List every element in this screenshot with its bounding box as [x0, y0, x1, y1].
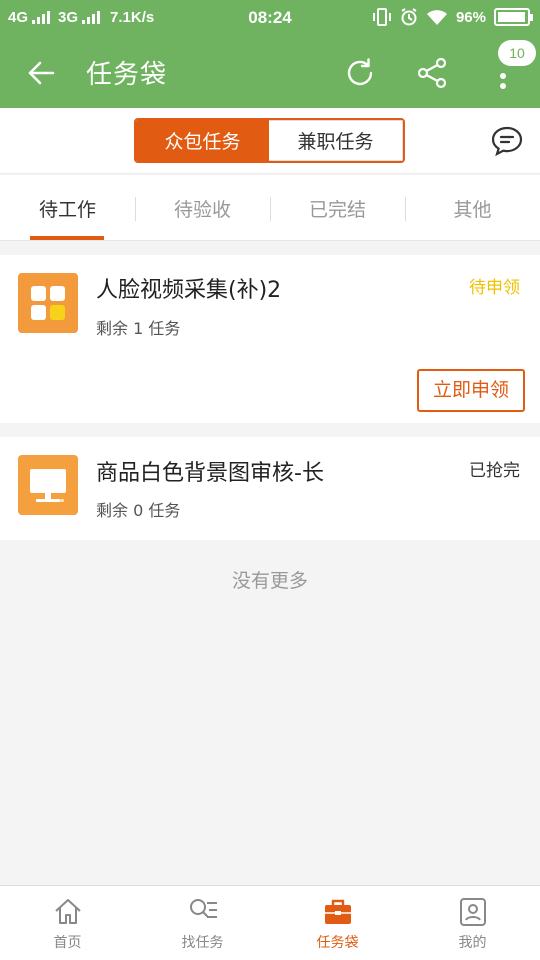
nav-home-label: 首页 — [53, 935, 82, 951]
bottom-nav: 首页 找任务 任务袋 我的 — [0, 885, 540, 960]
task-card[interactable]: 商品白色背景图审核-长 剩余 0 任务 已抢完 — [0, 437, 540, 540]
tab-divider — [405, 197, 406, 221]
task-remaining: 剩余 1 任务 — [96, 319, 181, 338]
task-title: 商品白色背景图审核-长 — [96, 461, 324, 486]
notification-badge: 10 — [498, 40, 536, 66]
share-icon[interactable] — [415, 56, 449, 90]
segment-area: 众包任务 兼职任务 — [0, 108, 540, 174]
app-bar: 任务袋 10 — [0, 36, 540, 108]
task-type-segment: 众包任务 兼职任务 — [134, 118, 405, 163]
page-title: 任务袋 — [86, 60, 168, 90]
wifi-icon — [426, 10, 447, 25]
nav-profile[interactable]: 我的 — [405, 886, 540, 960]
search-list-icon — [189, 899, 217, 918]
task-card[interactable]: 人脸视频采集(补)2 剩余 1 任务 待申领 立即申领 — [0, 255, 540, 423]
nav-task-bag[interactable]: 任务袋 — [270, 886, 405, 960]
status-tabs: 待工作 待验收 已完结 其他 — [0, 175, 540, 241]
claim-button[interactable]: 立即申领 — [417, 369, 525, 412]
briefcase-icon — [324, 899, 351, 924]
tab-other[interactable]: 其他 — [405, 175, 540, 240]
segment-crowdsource[interactable]: 众包任务 — [136, 120, 269, 161]
alarm-icon — [401, 8, 417, 26]
task-status: 已抢完 — [469, 461, 520, 481]
grid-apps-icon — [18, 273, 78, 333]
tab-pending-review[interactable]: 待验收 — [135, 175, 270, 240]
tab-divider — [135, 197, 136, 221]
back-arrow-icon[interactable] — [26, 58, 56, 88]
no-more-text: 没有更多 — [231, 570, 308, 592]
tab-pending-work[interactable]: 待工作 — [0, 175, 135, 240]
status-bar: 4G 3G 7.1K/s 08:24 96% — [0, 0, 540, 36]
task-remaining: 剩余 0 任务 — [96, 501, 181, 520]
tab-completed[interactable]: 已完结 — [270, 175, 405, 240]
home-icon — [54, 899, 81, 924]
profile-icon — [459, 898, 486, 926]
task-status: 待申领 — [469, 278, 520, 298]
nav-find-task-label: 找任务 — [181, 935, 224, 951]
system-icons: 96% — [372, 8, 533, 26]
task-title: 人脸视频采集(补)2 — [96, 278, 282, 303]
refresh-icon[interactable] — [343, 56, 377, 90]
nav-task-bag-label: 任务袋 — [316, 935, 359, 951]
tab-divider — [270, 197, 271, 221]
battery-percent: 96% — [455, 8, 486, 26]
nav-profile-label: 我的 — [458, 935, 487, 951]
vibrate-icon — [372, 8, 391, 26]
nav-home[interactable]: 首页 — [0, 886, 135, 960]
chat-icon[interactable] — [490, 125, 524, 157]
segment-parttime[interactable]: 兼职任务 — [269, 120, 403, 161]
battery-icon — [494, 8, 533, 26]
monitor-icon — [18, 455, 78, 515]
nav-find-task[interactable]: 找任务 — [135, 886, 270, 960]
